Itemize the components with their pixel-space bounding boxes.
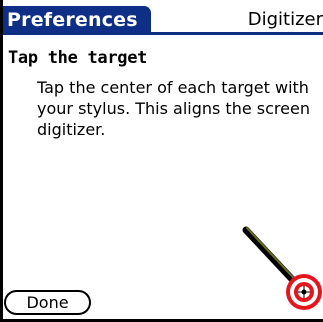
- app-title: Preferences: [3, 6, 151, 34]
- panel-name[interactable]: Digitizer: [248, 8, 323, 32]
- instructions-text: Tap the center of each target with your …: [37, 78, 310, 139]
- target-icon: [286, 274, 322, 310]
- title-divider: [3, 32, 323, 35]
- calibration-target[interactable]: [232, 222, 323, 320]
- app-window: Preferences Digitizer Tap the target Tap…: [0, 0, 323, 322]
- done-button[interactable]: Done: [4, 290, 91, 315]
- page-heading: Tap the target: [8, 48, 148, 68]
